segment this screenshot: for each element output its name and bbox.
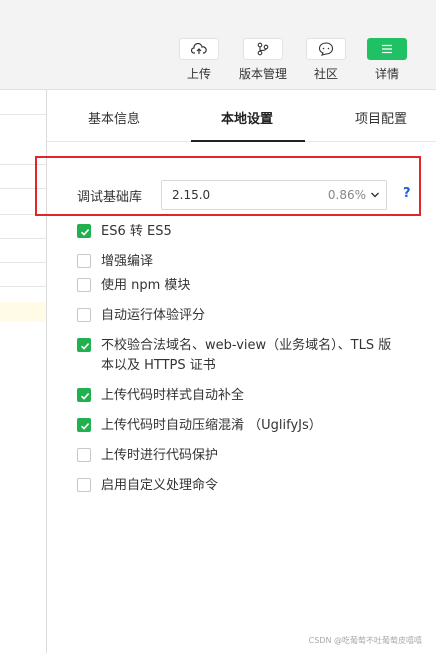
- checkbox[interactable]: [77, 278, 91, 292]
- option-label: 启用自定义处理命令: [101, 478, 219, 493]
- help-icon[interactable]: ?: [403, 186, 411, 201]
- check-icon: [80, 229, 90, 236]
- watermark: CSDN @吃葡萄不吐葡萄皮嘻嘻: [308, 636, 422, 645]
- checkbox[interactable]: [77, 308, 91, 322]
- community-button[interactable]: 社区: [301, 38, 351, 82]
- tab-basic-info[interactable]: 基本信息: [88, 108, 140, 127]
- debug-lib-row: 调试基础库 2.15.0 0.86% ?: [47, 180, 436, 210]
- option-label: 上传代码时样式自动补全: [101, 388, 245, 403]
- option-label: 不校验合法域名、web-view（业务域名）、TLS 版本以及 HTTPS 证书: [101, 338, 392, 373]
- check-icon: [80, 393, 90, 400]
- details-button[interactable]: 详情: [362, 38, 412, 82]
- option-label: 上传代码时自动压缩混淆 （UglifyJs）: [101, 418, 322, 433]
- chat-bubble-icon: [306, 38, 346, 60]
- debug-lib-percent: 0.86%: [327, 188, 366, 202]
- upload-label: 上传: [186, 67, 211, 81]
- chevron-down-icon: [371, 192, 379, 198]
- version-management-button[interactable]: 版本管理: [238, 38, 288, 82]
- upload-button[interactable]: 上传: [174, 38, 224, 82]
- editor-divider: [0, 114, 46, 115]
- debug-lib-version: 2.15.0: [172, 188, 211, 202]
- editor-divider: [0, 238, 46, 239]
- details-panel: 基本信息 本地设置 项目配置 调试基础库 2.15.0 0.86% ? ES6 …: [35, 90, 436, 653]
- debug-lib-label: 调试基础库: [77, 190, 143, 205]
- option-label: 使用 npm 模块: [101, 278, 191, 293]
- highlighted-line: [0, 302, 46, 322]
- checkbox[interactable]: [77, 254, 91, 268]
- checkbox-checked[interactable]: [77, 388, 91, 402]
- cloud-upload-icon: [179, 38, 219, 60]
- debug-lib-select[interactable]: 2.15.0 0.86%: [161, 180, 387, 210]
- version-management-label: 版本管理: [238, 67, 287, 81]
- tab-project-config[interactable]: 项目配置: [355, 108, 407, 127]
- checkbox-checked[interactable]: [77, 418, 91, 432]
- details-label: 详情: [374, 67, 399, 81]
- panel-tabs: 基本信息 本地设置 项目配置: [47, 90, 436, 142]
- active-tab-indicator: [191, 140, 305, 142]
- checkbox-checked[interactable]: [77, 338, 91, 352]
- tab-local-settings[interactable]: 本地设置: [221, 108, 273, 127]
- option-label: 自动运行体验评分: [101, 308, 206, 323]
- community-label: 社区: [313, 67, 338, 81]
- checkbox-checked[interactable]: [77, 224, 91, 238]
- editor-divider: [0, 262, 46, 263]
- checkbox[interactable]: [77, 478, 91, 492]
- option-label: ES6 转 ES5: [101, 224, 172, 239]
- option-label: 增强编译: [101, 254, 154, 269]
- editor-divider: [0, 286, 46, 287]
- option-label: 上传时进行代码保护: [101, 448, 219, 463]
- menu-icon: [367, 38, 407, 60]
- branch-icon: [243, 38, 283, 60]
- check-icon: [80, 423, 90, 430]
- checkbox[interactable]: [77, 448, 91, 462]
- top-toolbar: 上传 版本管理 社区 详情: [0, 0, 436, 90]
- check-icon: [80, 343, 90, 350]
